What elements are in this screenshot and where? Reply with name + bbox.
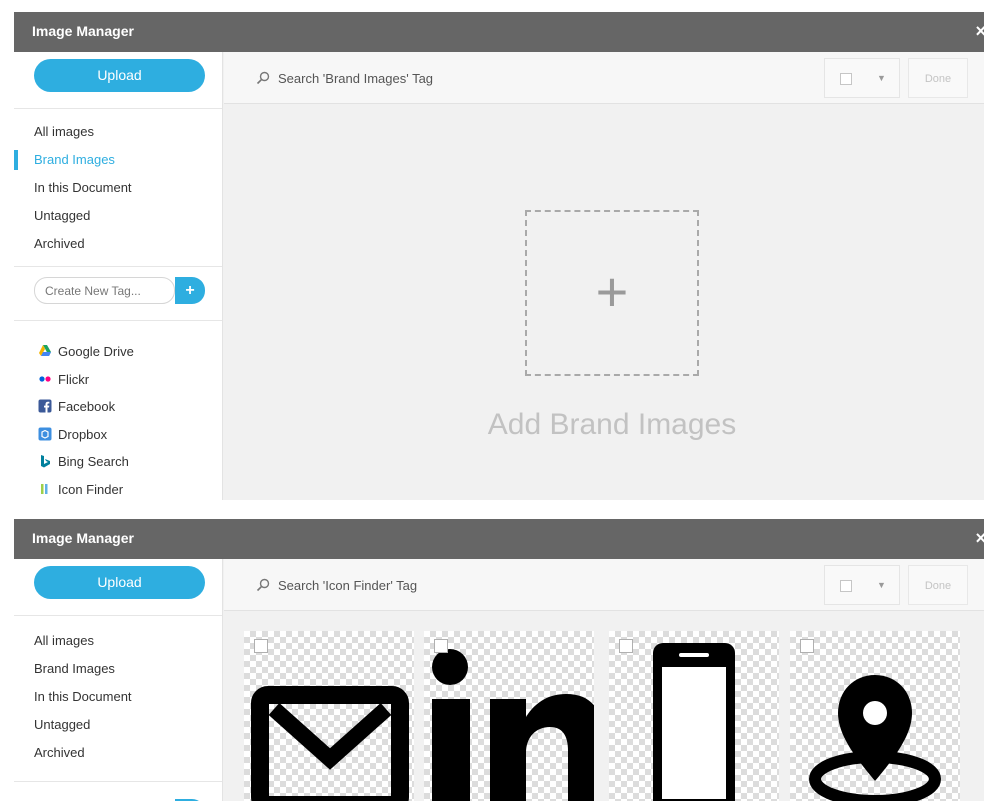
linkedin-icon xyxy=(432,649,594,801)
image-tile[interactable] xyxy=(790,631,960,801)
source-flickr[interactable]: Flickr xyxy=(14,366,222,394)
chevron-down-icon[interactable]: ▼ xyxy=(877,73,886,83)
nav-in-this-document[interactable]: In this Document xyxy=(14,683,222,711)
source-google-drive[interactable]: Google Drive xyxy=(14,338,222,366)
source-label: Icon Finder xyxy=(58,481,124,497)
add-brand-images-label[interactable]: Add Brand Images xyxy=(224,408,984,442)
divider xyxy=(14,615,222,616)
search-icon xyxy=(256,71,270,85)
select-all-group: ▼ xyxy=(824,565,900,605)
sidebar: Upload All images Brand Images In this D… xyxy=(14,52,223,500)
plus-icon: + xyxy=(595,260,629,323)
search-input[interactable] xyxy=(278,573,698,597)
nav-untagged[interactable]: Untagged xyxy=(14,711,222,739)
chevron-down-icon[interactable]: ▼ xyxy=(877,580,886,590)
nav-in-this-document[interactable]: In this Document xyxy=(14,174,222,202)
search-input[interactable] xyxy=(278,66,698,90)
tag-nav: All images Brand Images In this Document… xyxy=(14,627,222,767)
sidebar: Upload All images Brand Images In this D… xyxy=(14,559,223,801)
dialog-title: Image Manager xyxy=(32,23,134,39)
toolbar-actions: ▼ Done xyxy=(824,58,984,98)
source-facebook[interactable]: Facebook xyxy=(14,393,222,421)
image-sources: Google Drive Flickr Facebook Dropbox Bin… xyxy=(14,338,222,500)
upload-button[interactable]: Upload xyxy=(34,59,205,92)
titlebar: Image Manager × xyxy=(14,12,984,52)
tile-checkbox[interactable] xyxy=(619,639,633,653)
source-dropbox[interactable]: Dropbox xyxy=(14,421,222,449)
search-icon xyxy=(256,578,270,592)
image-tile[interactable] xyxy=(244,631,414,801)
main-area: ▼ Done xyxy=(224,559,984,801)
select-all-group: ▼ xyxy=(824,58,900,98)
location-pin-icon xyxy=(809,675,941,801)
bing-icon xyxy=(41,455,50,468)
iconfinder-icon xyxy=(41,483,48,494)
select-all-checkbox[interactable] xyxy=(840,73,852,85)
flickr-icon xyxy=(39,375,51,382)
nav-all-images[interactable]: All images xyxy=(14,118,222,146)
dialog-title: Image Manager xyxy=(32,530,134,546)
nav-archived[interactable]: Archived xyxy=(14,230,222,258)
divider xyxy=(14,108,222,109)
divider xyxy=(14,266,222,267)
titlebar: Image Manager × xyxy=(14,519,984,559)
source-icon-finder[interactable]: Icon Finder xyxy=(14,476,222,501)
tile-checkbox[interactable] xyxy=(434,639,448,653)
nav-brand-images[interactable]: Brand Images xyxy=(14,655,222,683)
source-label: Facebook xyxy=(58,399,116,414)
add-tag-button[interactable]: + xyxy=(175,277,205,304)
image-tile[interactable] xyxy=(424,631,594,801)
image-manager-dialog-brand: Image Manager × Upload All images Brand … xyxy=(14,12,984,500)
close-icon[interactable]: × xyxy=(975,21,984,42)
smartphone-icon xyxy=(653,643,735,801)
add-image-dropzone[interactable]: + xyxy=(525,210,699,376)
nav-all-images[interactable]: All images xyxy=(14,627,222,655)
source-label: Dropbox xyxy=(58,426,108,442)
image-tile[interactable] xyxy=(609,631,779,801)
tile-checkbox[interactable] xyxy=(800,639,814,653)
toolbar: ▼ Done xyxy=(224,559,984,611)
nav-untagged[interactable]: Untagged xyxy=(14,202,222,230)
main-area: ▼ Done + Add Brand Images xyxy=(224,52,984,500)
source-label: Google Drive xyxy=(58,344,134,359)
mail-icon xyxy=(251,686,409,801)
select-all-checkbox[interactable] xyxy=(840,580,852,592)
toolbar-actions: ▼ Done xyxy=(824,565,984,605)
google-drive-icon xyxy=(39,345,51,356)
done-button[interactable]: Done xyxy=(908,565,968,605)
toolbar: ▼ Done xyxy=(224,52,984,104)
upload-button[interactable]: Upload xyxy=(34,566,205,599)
nav-archived[interactable]: Archived xyxy=(14,739,222,767)
divider xyxy=(14,781,222,782)
done-button[interactable]: Done xyxy=(908,58,968,98)
tag-nav: All images Brand Images In this Document… xyxy=(14,118,222,258)
nav-brand-images[interactable]: Brand Images xyxy=(14,146,222,174)
close-icon[interactable]: × xyxy=(975,528,984,549)
divider xyxy=(14,320,222,321)
source-label: Flickr xyxy=(58,371,90,387)
source-bing-search[interactable]: Bing Search xyxy=(14,448,222,476)
facebook-icon xyxy=(38,399,52,413)
create-tag-input[interactable] xyxy=(34,277,175,304)
dropbox-icon xyxy=(38,427,52,440)
tile-checkbox[interactable] xyxy=(254,639,268,653)
source-label: Bing Search xyxy=(58,454,129,469)
image-manager-dialog-iconfinder: Image Manager × Upload All images Brand … xyxy=(14,519,984,801)
